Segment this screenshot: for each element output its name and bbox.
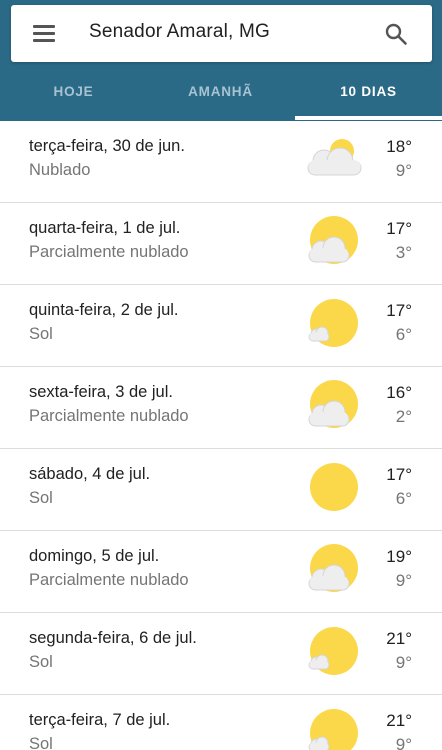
sunny-icon <box>308 299 358 347</box>
forecast-date: terça-feira, 30 de jun. <box>29 137 185 155</box>
forecast-date: quinta-feira, 2 de jul. <box>29 301 179 319</box>
forecast-high-temp: 21° <box>386 711 412 730</box>
forecast-high-temp: 17° <box>386 465 412 484</box>
forecast-high-temp: 18° <box>386 137 412 156</box>
forecast-low-temp: 6° <box>395 489 412 508</box>
partly-cloudy-icon <box>308 544 358 592</box>
cloudy-icon <box>307 139 362 176</box>
tab-hoje[interactable]: HOJE <box>0 76 147 121</box>
forecast-row[interactable]: domingo, 5 de jul. Parcialmente nublado … <box>0 531 442 613</box>
forecast-row[interactable]: sexta-feira, 3 de jul. Parcialmente nubl… <box>0 367 442 449</box>
active-tab-indicator <box>295 116 442 120</box>
sunny-icon <box>308 709 358 750</box>
forecast-row[interactable]: terça-feira, 7 de jul. Sol 21° 9° <box>0 695 442 750</box>
forecast-row[interactable]: segunda-feira, 6 de jul. Sol 21° 9° <box>0 613 442 695</box>
sun-icon <box>310 463 358 511</box>
forecast-condition: Parcialmente nublado <box>29 571 189 589</box>
tab-amanha[interactable]: AMANHÃ <box>147 76 294 121</box>
forecast-row[interactable]: quarta-feira, 1 de jul. Parcialmente nub… <box>0 203 442 285</box>
forecast-date: terça-feira, 7 de jul. <box>29 711 171 729</box>
forecast-condition: Sol <box>29 489 53 507</box>
search-icon[interactable] <box>384 22 408 46</box>
forecast-list: terça-feira, 30 de jun. Nublado 18° 9° q… <box>0 121 442 750</box>
forecast-high-temp: 17° <box>386 219 412 238</box>
forecast-condition: Parcialmente nublado <box>29 243 189 261</box>
forecast-date: segunda-feira, 6 de jul. <box>29 629 197 647</box>
forecast-high-temp: 21° <box>386 629 412 648</box>
forecast-low-temp: 9° <box>395 653 412 672</box>
forecast-condition: Sol <box>29 735 53 750</box>
tab-bar: HOJE AMANHÃ 10 DIAS <box>0 76 442 121</box>
forecast-row[interactable]: quinta-feira, 2 de jul. Sol 17° 6° <box>0 285 442 367</box>
forecast-condition: Sol <box>29 325 53 343</box>
forecast-condition: Parcialmente nublado <box>29 407 189 425</box>
forecast-low-temp: 2° <box>395 407 412 426</box>
app-header: Senador Amaral, MG HOJE AMANHÃ 10 DIAS <box>0 0 442 121</box>
forecast-low-temp: 9° <box>395 161 412 180</box>
forecast-date: quarta-feira, 1 de jul. <box>29 219 181 237</box>
forecast-low-temp: 9° <box>395 571 412 590</box>
forecast-high-temp: 19° <box>386 547 412 566</box>
location-title[interactable]: Senador Amaral, MG <box>89 21 270 43</box>
forecast-high-temp: 17° <box>386 301 412 320</box>
forecast-row[interactable]: terça-feira, 30 de jun. Nublado 18° 9° <box>0 121 442 203</box>
forecast-date: domingo, 5 de jul. <box>29 547 160 565</box>
forecast-date: sábado, 4 de jul. <box>29 465 151 483</box>
forecast-low-temp: 9° <box>395 735 412 750</box>
forecast-condition: Nublado <box>29 161 91 179</box>
partly-cloudy-icon <box>308 216 358 264</box>
forecast-condition: Sol <box>29 653 53 671</box>
sunny-icon <box>308 627 358 675</box>
forecast-low-temp: 6° <box>395 325 412 344</box>
forecast-low-temp: 3° <box>395 243 412 262</box>
forecast-high-temp: 16° <box>386 383 412 402</box>
menu-icon[interactable] <box>33 24 57 44</box>
tab-10-dias[interactable]: 10 DIAS <box>295 76 442 121</box>
forecast-date: sexta-feira, 3 de jul. <box>29 383 173 401</box>
forecast-row[interactable]: sábado, 4 de jul. Sol 17° 6° <box>0 449 442 531</box>
partly-cloudy-icon <box>308 380 358 428</box>
search-bar[interactable]: Senador Amaral, MG <box>11 5 432 62</box>
